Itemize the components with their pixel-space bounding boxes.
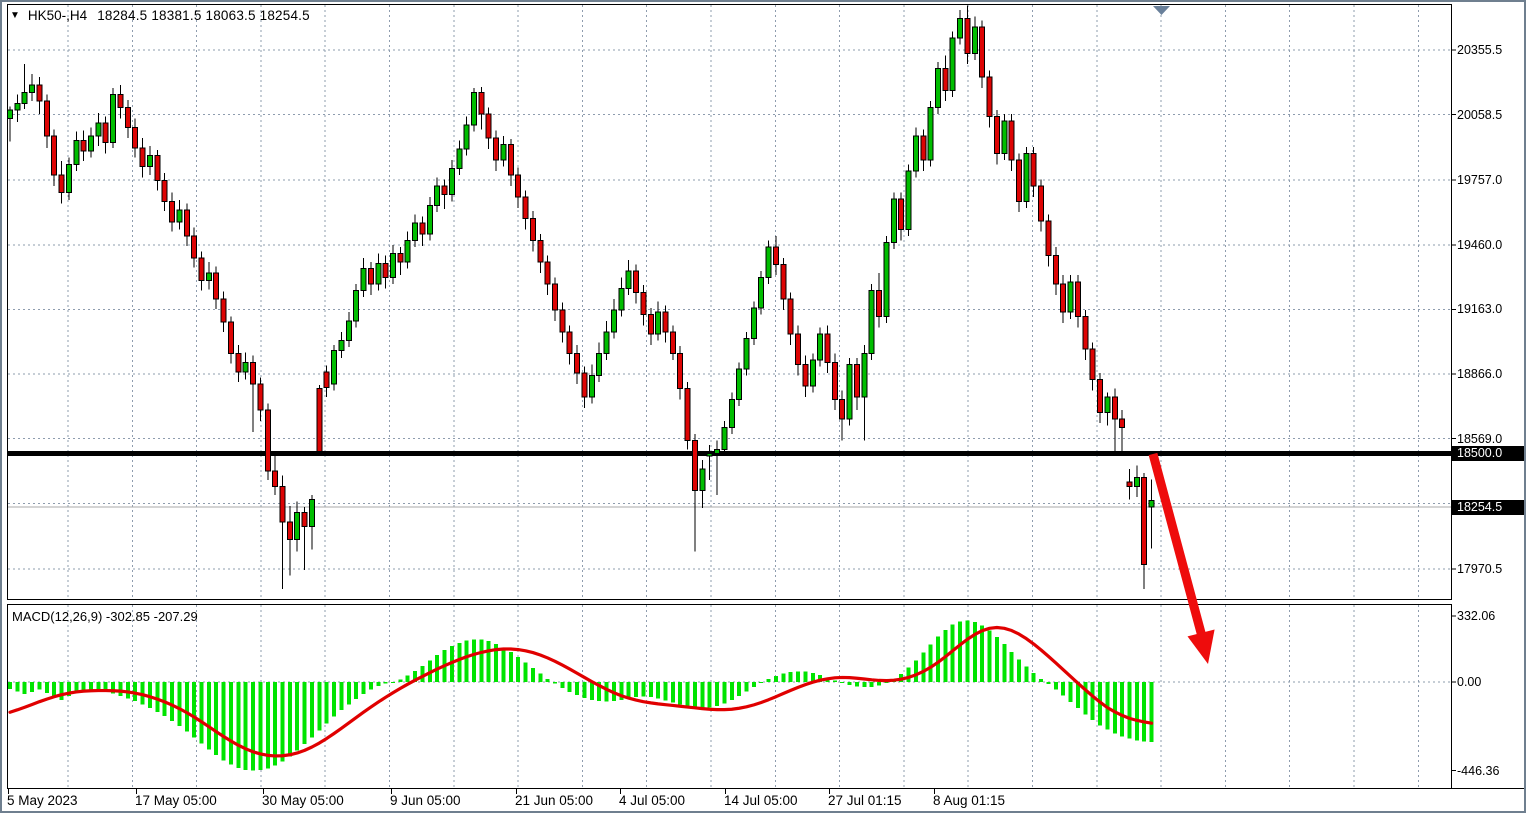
chart-title: ▼ HK50-,H4 18284.5 18381.5 18063.5 18254… bbox=[10, 8, 310, 23]
macd-axis-label: -446.36 bbox=[1457, 764, 1499, 778]
time-axis-label: 9 Jun 05:00 bbox=[390, 793, 461, 808]
symbol-menu-icon[interactable]: ▼ bbox=[10, 10, 20, 21]
price-axis-label: 19460.0 bbox=[1457, 238, 1502, 252]
time-axis-label: 4 Jul 05:00 bbox=[619, 793, 685, 808]
price-axis-label: 18569.0 bbox=[1457, 432, 1502, 446]
ohlc-values: 18284.5 18381.5 18063.5 18254.5 bbox=[97, 8, 310, 23]
time-axis-label: 5 May 2023 bbox=[7, 793, 78, 808]
candlestick-series[interactable] bbox=[8, 5, 1155, 589]
macd-indicator-label: MACD(12,26,9) -302.85 -207.29 bbox=[12, 609, 198, 624]
chart-shift-marker-icon[interactable] bbox=[1153, 6, 1170, 15]
price-axis-label: 17970.5 bbox=[1457, 562, 1502, 576]
time-axis-label: 30 May 05:00 bbox=[262, 793, 344, 808]
price-axis-label: 19757.0 bbox=[1457, 173, 1502, 187]
symbol-timeframe-label: HK50-,H4 bbox=[28, 8, 87, 23]
price-level-badge: 18500.0 bbox=[1452, 446, 1526, 461]
time-axis-label: 14 Jul 05:00 bbox=[724, 793, 798, 808]
macd-histogram bbox=[8, 620, 1154, 770]
time-axis-label: 27 Jul 01:15 bbox=[828, 793, 902, 808]
macd-axis-label: 0.00 bbox=[1457, 675, 1481, 689]
macd-axis-label: 332.06 bbox=[1457, 609, 1495, 623]
down-arrow-annotation[interactable] bbox=[1153, 454, 1215, 664]
current-price-badge: 18254.5 bbox=[1452, 500, 1526, 515]
price-axis-label: 20058.5 bbox=[1457, 108, 1502, 122]
chart-window: ▼ HK50-,H4 18284.5 18381.5 18063.5 18254… bbox=[0, 0, 1526, 813]
chart-canvas[interactable] bbox=[2, 2, 1526, 813]
price-axis-label: 19163.0 bbox=[1457, 302, 1502, 316]
price-axis-label: 20355.5 bbox=[1457, 43, 1502, 57]
macd-signal-line bbox=[10, 628, 1152, 756]
time-axis-label: 21 Jun 05:00 bbox=[515, 793, 593, 808]
time-axis-label: 17 May 05:00 bbox=[135, 793, 217, 808]
price-axis-label: 18866.0 bbox=[1457, 367, 1502, 381]
time-axis-label: 8 Aug 01:15 bbox=[933, 793, 1005, 808]
